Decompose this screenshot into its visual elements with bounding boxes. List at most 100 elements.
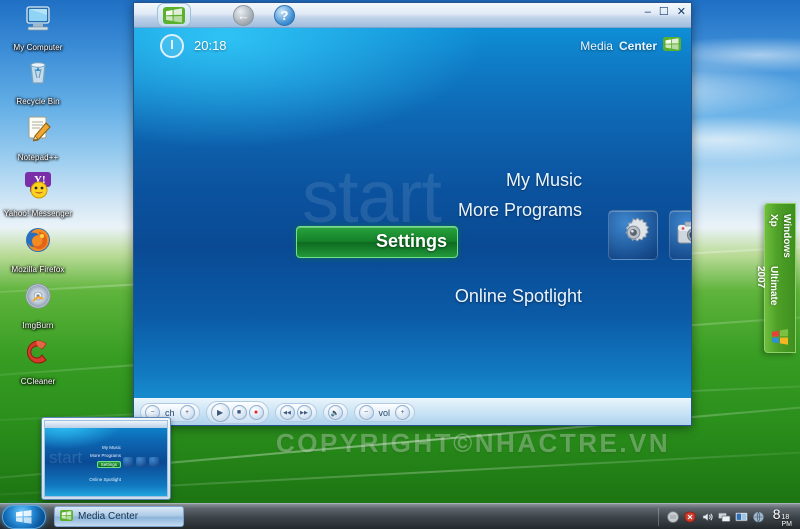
start-button[interactable] (2, 504, 46, 529)
ccleaner-icon (22, 336, 54, 368)
menu-item-online-spotlight[interactable]: Online Spotlight (134, 282, 590, 312)
gear-icon (616, 216, 650, 255)
desktop-icon-label: My Computer (13, 43, 63, 52)
taskbar: Media Center 8 18 PM (0, 503, 800, 529)
gadget-line2: Ultimate 2007 (755, 265, 779, 306)
mute-button[interactable]: 🔈 (327, 405, 343, 420)
record-button[interactable]: ● (248, 405, 264, 420)
desktop-icon-label: CCleaner (20, 377, 56, 386)
clock-hour: 8 (772, 505, 781, 522)
thumbnail-tile (123, 457, 133, 467)
play-button[interactable]: ▶ (210, 403, 230, 422)
back-arrow-icon: ← (237, 8, 250, 23)
transport-control-bar: − ch + ▶ ■ ● ◀◀ ▶▶ 🔈 − vol + (134, 398, 691, 425)
app-icon[interactable] (752, 510, 765, 523)
thumbnail-item: More Programs (89, 453, 121, 458)
settings-tile[interactable] (608, 210, 658, 260)
media-center-content: 20:18 Media Center start My Music More P… (134, 28, 691, 425)
menu-item-settings[interactable]: Settings (296, 226, 458, 258)
windows-flag-icon (770, 328, 790, 351)
media-center-brand: Media Center (580, 37, 681, 54)
taskbar-button-media-center[interactable]: Media Center (54, 506, 184, 527)
channel-up-button[interactable]: + (179, 405, 195, 420)
thumbnail-watermark: start (49, 448, 83, 467)
thumbnail-item-selected: Settings (96, 461, 121, 468)
sidebar-gadget-tab[interactable]: Windows Xp Ultimate 2007 (755, 203, 796, 353)
desktop-icon-label: Notepad++ (17, 153, 59, 162)
forward-button[interactable]: ▶▶ (296, 405, 312, 420)
playback-group: ▶ ■ ● (205, 401, 269, 424)
taskbar-thumbnail-preview[interactable]: start My Music More Programs Settings On… (41, 417, 171, 500)
desktop-icon-imgburn[interactable]: ImgBurn (0, 280, 76, 333)
menu-item-my-music[interactable]: My Music (134, 166, 590, 196)
desktop-icon-label: Yahoo! Messenger (3, 209, 73, 218)
desktop-icon-label: Mozilla Firefox (11, 265, 65, 274)
power-icon[interactable] (160, 34, 184, 58)
volume-down-button[interactable]: − (358, 405, 374, 420)
taskbar-buttons: Media Center (54, 506, 184, 527)
brand-bold-text: Center (618, 38, 657, 53)
clock-minute: 18 (781, 513, 790, 521)
start-orb-icon[interactable] (157, 3, 191, 27)
thumbnail-item: Online Spotlight (89, 477, 121, 482)
window-controls: – ☐ ✕ (644, 7, 687, 18)
tray-divider (657, 507, 659, 526)
thumbnail-tile (149, 457, 159, 467)
desktop-icon-my-computer[interactable]: My Computer (0, 2, 76, 55)
desktop-icon-recycle-bin[interactable]: Recycle Bin (0, 56, 76, 109)
gadget-line1: Windows Xp (768, 214, 792, 258)
desktop-icon-firefox[interactable]: Mozilla Firefox (0, 224, 76, 277)
seek-group: ◀◀ ▶▶ (274, 403, 317, 422)
media-center-icon (60, 509, 73, 524)
pictures-tile[interactable] (669, 210, 691, 260)
network-icon[interactable] (717, 510, 731, 523)
media-center-logo-icon (663, 37, 681, 54)
desktop: My Computer Recycle Bin Notepad++ Y! Yah… (0, 0, 800, 529)
desktop-icon-label: Recycle Bin (16, 97, 60, 106)
firefox-icon (22, 224, 54, 256)
question-mark-icon: ? (280, 8, 289, 23)
thumbnail-image: start My Music More Programs Settings On… (44, 420, 168, 497)
yahoo-messenger-icon: Y! (22, 168, 54, 200)
back-button[interactable]: ← (233, 5, 254, 26)
menu-item-more-programs[interactable]: More Programs (134, 196, 590, 226)
mute-group: 🔈 (322, 403, 348, 422)
desktop-icon-yahoo-messenger[interactable]: Y! Yahoo! Messenger (0, 168, 76, 221)
imgburn-icon (22, 280, 54, 312)
display-icon[interactable] (734, 510, 748, 523)
maximize-button[interactable]: ☐ (658, 7, 670, 18)
desktop-icon-notepad-plus-plus[interactable]: Notepad++ (0, 112, 76, 165)
minimize-button[interactable]: – (644, 7, 652, 18)
clock-minute-period: 18 PM (782, 514, 793, 528)
media-center-tiles: ? (608, 210, 691, 260)
desktop-icon-label: ImgBurn (22, 321, 54, 330)
security-shield-icon[interactable] (684, 510, 697, 523)
thumbnail-titlebar (45, 421, 167, 428)
help-button[interactable]: ? (274, 5, 295, 26)
my-computer-icon (22, 2, 54, 34)
gray-circle-icon[interactable] (667, 510, 680, 523)
gadget-text: Windows Xp Ultimate 2007 (755, 214, 793, 322)
stop-button[interactable]: ■ (231, 405, 247, 420)
window-title-bar[interactable]: ← ? – ☐ ✕ (134, 3, 691, 28)
media-center-clock: 20:18 (194, 38, 227, 53)
thumbnail-item: My Music (102, 445, 121, 450)
volume-group: − vol + (353, 403, 416, 422)
close-button[interactable]: ✕ (676, 7, 687, 18)
recycle-bin-icon (22, 56, 54, 88)
copyright-watermark: COPYRIGHT©NHACTRE.VN (276, 428, 671, 458)
taskbar-button-label: Media Center (78, 511, 139, 522)
system-tray: 8 18 PM (657, 504, 800, 529)
camera-icon (676, 219, 691, 252)
media-center-menu: My Music More Programs Settings Online S… (134, 166, 590, 312)
thumbnail-tile (136, 457, 146, 467)
tray-clock[interactable]: 8 18 PM (769, 506, 796, 528)
volume-icon[interactable] (701, 510, 714, 523)
volume-label: vol (378, 407, 391, 418)
desktop-icon-ccleaner[interactable]: CCleaner (0, 336, 76, 389)
media-center-window[interactable]: ← ? – ☐ ✕ 20:18 Media Center start My Mu… (133, 2, 692, 426)
channel-label: ch (165, 407, 175, 418)
clock-period: PM (781, 520, 793, 528)
volume-up-button[interactable]: + (395, 405, 411, 420)
rewind-button[interactable]: ◀◀ (279, 405, 295, 420)
